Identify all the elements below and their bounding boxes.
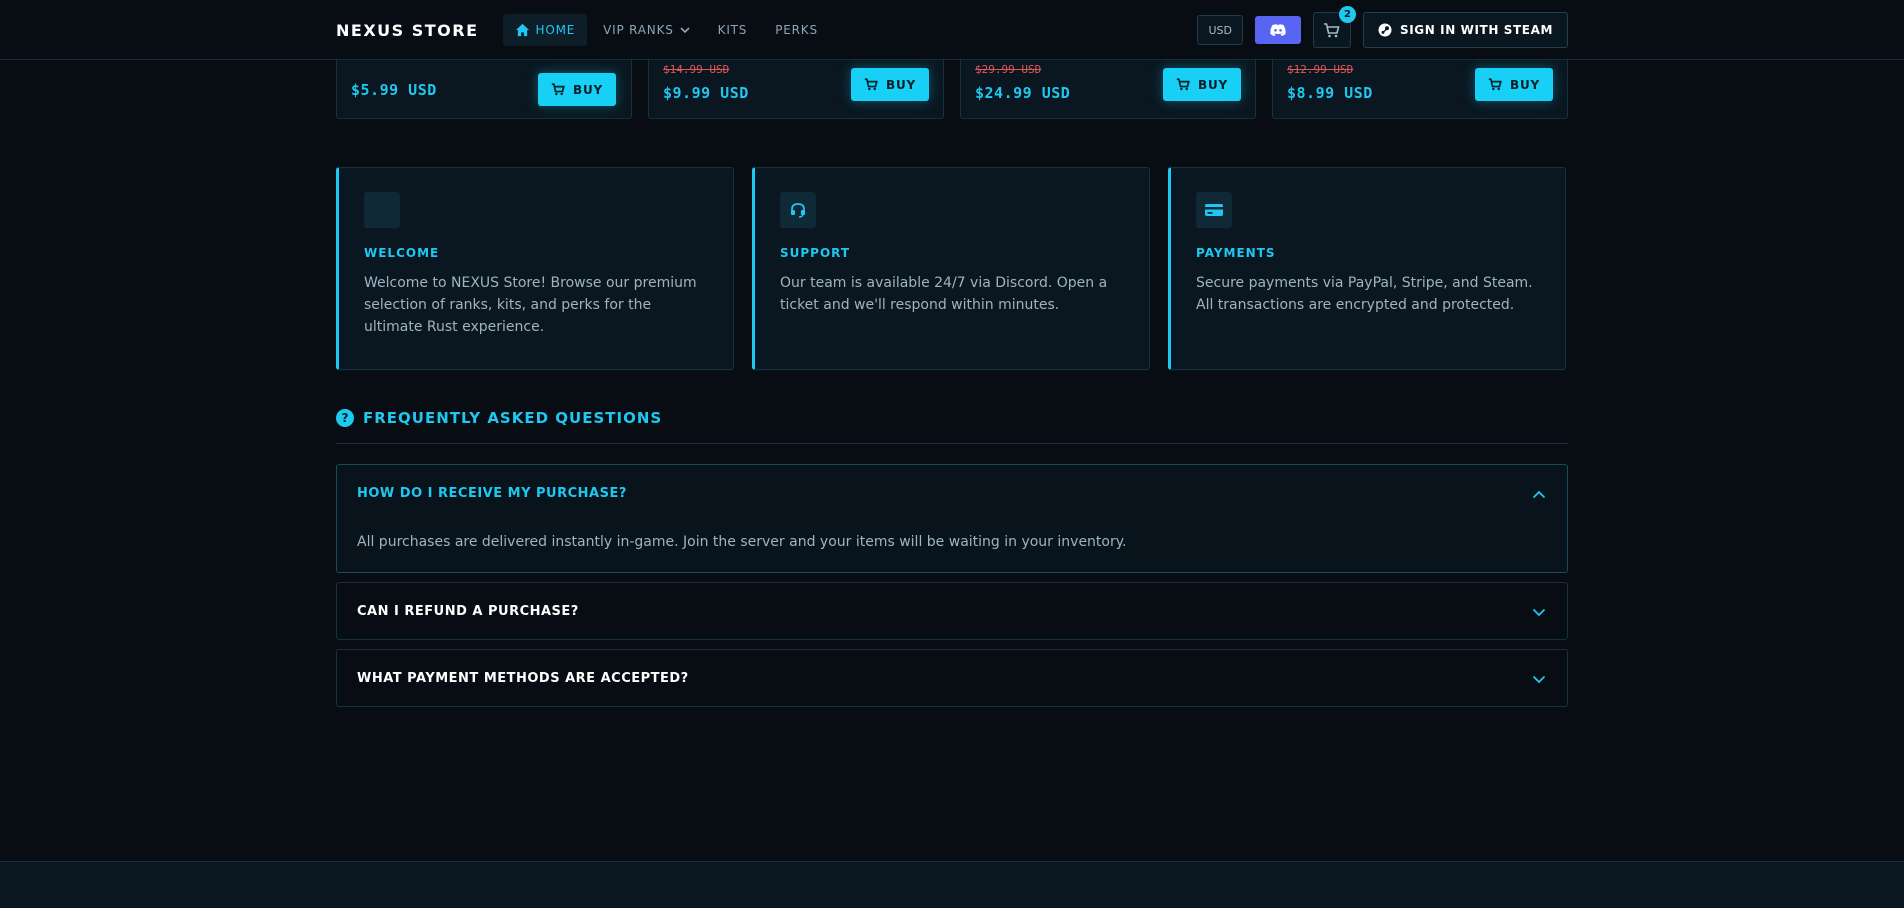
buy-label: BUY — [573, 82, 603, 97]
product-old-price: $12.99 USD — [1287, 63, 1354, 76]
info-card-payments: PAYMENTS Secure payments via PayPal, Str… — [1168, 167, 1566, 370]
info-card-text: Our team is available 24/7 via Discord. … — [780, 275, 1108, 313]
chevron-down-icon — [680, 26, 690, 33]
product-price: $5.99 USD — [351, 81, 437, 99]
product-price: $8.99 USD — [1287, 84, 1373, 102]
faq-divider — [336, 443, 1568, 444]
faq-question[interactable]: WHAT PAYMENT METHODS ARE ACCEPTED? — [357, 650, 689, 707]
cart-icon — [1488, 78, 1502, 91]
info-card-welcome: WELCOME Welcome to NEXUS Store! Browse o… — [336, 167, 734, 370]
faq-answer: All purchases are delivered instantly in… — [357, 534, 1127, 550]
headset-icon — [780, 192, 816, 228]
chevron-up-icon[interactable] — [1531, 486, 1547, 502]
product-old-price: $29.99 USD — [975, 63, 1042, 76]
nav-link-kits[interactable]: KITS — [706, 14, 760, 46]
question-mark-icon: ? — [336, 409, 354, 427]
credit-card-icon — [1196, 192, 1232, 228]
brand-logo[interactable]: NEXUS STORE — [336, 21, 479, 40]
nav-link-perks[interactable]: PERKS — [763, 14, 830, 46]
info-card-title: SUPPORT — [780, 246, 851, 260]
cart-button[interactable]: 2 — [1312, 6, 1356, 48]
footer — [0, 861, 1904, 908]
nav-link-vip-ranks[interactable]: VIP RANKS — [591, 14, 702, 46]
nav-actions: USD 2 SIGN IN WITH STEAM — [1197, 6, 1568, 48]
currency-selector[interactable]: USD — [1197, 15, 1243, 45]
faq-item[interactable]: WHAT PAYMENT METHODS ARE ACCEPTED? — [336, 649, 1568, 707]
steam-icon — [1378, 23, 1392, 37]
buy-button[interactable]: BUY — [1163, 68, 1241, 101]
faq-heading-text: FREQUENTLY ASKED QUESTIONS — [363, 409, 663, 427]
discord-button[interactable] — [1254, 16, 1301, 44]
faq-question[interactable]: CAN I REFUND A PURCHASE? — [357, 583, 579, 640]
product-price: $24.99 USD — [975, 84, 1071, 102]
chevron-down-icon[interactable] — [1531, 604, 1547, 620]
discord-icon — [1270, 24, 1286, 36]
sign-in-steam-button[interactable]: SIGN IN WITH STEAM — [1362, 12, 1568, 48]
info-card-title: PAYMENTS — [1196, 246, 1276, 260]
navbar-inner: NEXUS STORE HOME VIP RANKS KITS PERKS US… — [336, 0, 1568, 60]
chevron-down-icon[interactable] — [1531, 671, 1547, 687]
nav-link-label: HOME — [535, 23, 576, 37]
faq-heading: ? FREQUENTLY ASKED QUESTIONS — [336, 409, 662, 427]
info-card-text: Welcome to NEXUS Store! Browse our premi… — [364, 275, 697, 335]
buy-button[interactable]: BUY — [1475, 68, 1553, 101]
nav-link-label: VIP RANKS — [603, 23, 674, 37]
cart-icon — [1176, 78, 1190, 91]
home-icon — [515, 23, 529, 37]
blank-icon — [364, 192, 400, 228]
buy-button[interactable]: BUY — [538, 73, 616, 106]
page: NEXUS STORE HOME VIP RANKS KITS PERKS US… — [0, 0, 1904, 908]
faq-item[interactable]: HOW DO I RECEIVE MY PURCHASE? All purcha… — [336, 464, 1568, 573]
nav-link-label: KITS — [717, 23, 748, 37]
product-price: $9.99 USD — [663, 84, 749, 102]
info-card-text: Secure payments via PayPal, Stripe, and … — [1196, 275, 1533, 313]
nav-link-home[interactable]: HOME — [502, 14, 588, 46]
faq-question[interactable]: HOW DO I RECEIVE MY PURCHASE? — [357, 465, 627, 522]
nav-link-label: PERKS — [775, 23, 818, 37]
cart-icon — [551, 83, 565, 96]
buy-label: BUY — [1198, 77, 1228, 92]
product-old-price: $14.99 USD — [663, 63, 730, 76]
info-card-title: WELCOME — [364, 246, 440, 260]
buy-button[interactable]: BUY — [851, 68, 929, 101]
buy-label: BUY — [886, 77, 916, 92]
cart-icon — [864, 78, 878, 91]
cart-icon — [1324, 22, 1340, 37]
cart-count-badge: 2 — [1338, 6, 1356, 23]
navbar: NEXUS STORE HOME VIP RANKS KITS PERKS US… — [0, 0, 1904, 60]
faq-item[interactable]: CAN I REFUND A PURCHASE? — [336, 582, 1568, 640]
buy-label: BUY — [1510, 77, 1540, 92]
info-card-support: SUPPORT Our team is available 24/7 via D… — [752, 167, 1150, 370]
sign-in-label: SIGN IN WITH STEAM — [1399, 23, 1553, 37]
